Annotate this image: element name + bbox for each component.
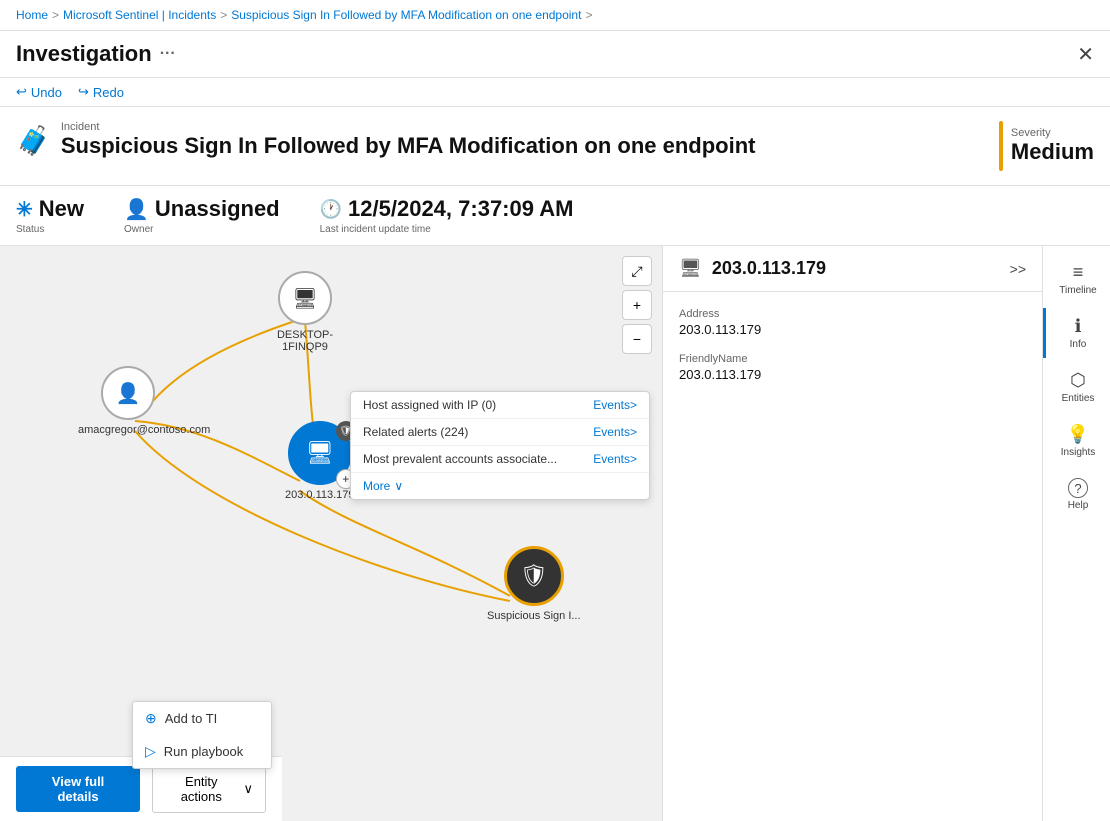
page-header: Investigation ··· ✕ bbox=[0, 31, 1110, 78]
field-friendlyname-label: FriendlyName bbox=[679, 353, 1026, 365]
sidebar-label-help: Help bbox=[1068, 500, 1089, 511]
panel-collapse-button[interactable]: >> bbox=[1010, 261, 1026, 277]
actions-dropdown: ⊕ Add to TI ▷ Run playbook bbox=[132, 701, 272, 769]
field-address-value: 203.0.113.179 bbox=[679, 322, 1026, 337]
entities-icon: ⬡ bbox=[1070, 370, 1086, 391]
toolbar: ↩ Undo ↪ Redo bbox=[0, 78, 1110, 107]
incident-bar: 🧳 Incident Suspicious Sign In Followed b… bbox=[0, 107, 1110, 186]
graph-canvas[interactable]: 🖥 DESKTOP-1FINQP9 👤 amacgregor@contoso.c… bbox=[0, 246, 662, 821]
page-title: Investigation bbox=[16, 41, 152, 67]
graph-controls: ⤢ + − bbox=[622, 256, 652, 354]
sidebar-item-entities[interactable]: ⬡ Entities bbox=[1043, 362, 1110, 412]
sidebar-item-info[interactable]: ℹ Info bbox=[1043, 308, 1110, 358]
field-address: Address 203.0.113.179 bbox=[679, 308, 1026, 337]
severity-label: Severity bbox=[1011, 127, 1094, 139]
field-address-label: Address bbox=[679, 308, 1026, 320]
user-node[interactable]: 👤 amacgregor@contoso.com bbox=[78, 366, 178, 436]
help-icon: ? bbox=[1068, 478, 1088, 498]
redo-icon: ↪ bbox=[78, 84, 89, 100]
popup-link-2[interactable]: Events> bbox=[593, 452, 637, 466]
field-friendlyname: FriendlyName 203.0.113.179 bbox=[679, 353, 1026, 382]
right-panel-body: Address 203.0.113.179 FriendlyName 203.0… bbox=[663, 292, 1042, 821]
sidebar-label-timeline: Timeline bbox=[1059, 285, 1096, 296]
sidebar-item-insights[interactable]: 💡 Insights bbox=[1043, 416, 1110, 466]
zoom-in-button[interactable]: + bbox=[622, 290, 652, 320]
sidebar-item-help[interactable]: ? Help bbox=[1043, 470, 1110, 519]
action-run-playbook[interactable]: ▷ Run playbook bbox=[133, 735, 271, 768]
undo-button[interactable]: ↩ Undo bbox=[16, 84, 62, 100]
add-ti-icon: ⊕ bbox=[145, 710, 157, 727]
status-value: New bbox=[39, 196, 84, 222]
sidebar-label-insights: Insights bbox=[1061, 447, 1095, 458]
right-panel: 🖥 203.0.113.179 >> Address 203.0.113.179… bbox=[662, 246, 1042, 821]
header-dots[interactable]: ··· bbox=[160, 45, 176, 63]
ip-node-label: 203.0.113.179 bbox=[285, 489, 355, 501]
status-label: Status bbox=[16, 224, 84, 235]
popup-row-0: Host assigned with IP (0) Events> bbox=[351, 392, 649, 419]
breadcrumb-sentinel[interactable]: Microsoft Sentinel | Incidents bbox=[63, 8, 216, 22]
status-icon: ✳ bbox=[16, 197, 33, 222]
popup-row-2: Most prevalent accounts associate... Eve… bbox=[351, 446, 649, 473]
entity-actions-label: Entity actions bbox=[165, 774, 237, 804]
ip-panel-title: 203.0.113.179 bbox=[712, 258, 826, 279]
ip-panel-icon: 🖥 bbox=[679, 258, 702, 279]
expand-button[interactable]: ⤢ bbox=[622, 256, 652, 286]
desktop-node-label: DESKTOP-1FINQP9 bbox=[255, 329, 355, 353]
close-button[interactable]: ✕ bbox=[1077, 42, 1094, 67]
sidebar-label-info: Info bbox=[1070, 339, 1087, 350]
breadcrumb-home[interactable]: Home bbox=[16, 8, 48, 22]
ip-node[interactable]: 🖥 + 🛡 203.0.113.179 bbox=[285, 421, 355, 501]
incident-icon: 🧳 bbox=[16, 124, 51, 157]
action-add-ti[interactable]: ⊕ Add to TI bbox=[133, 702, 271, 735]
redo-button[interactable]: ↪ Redo bbox=[78, 84, 124, 100]
alert-node-label: Suspicious Sign I... bbox=[487, 610, 581, 622]
popup-more[interactable]: More ∨ bbox=[351, 473, 649, 499]
alert-node[interactable]: 🛡 Suspicious Sign I... bbox=[487, 546, 581, 622]
popup-link-1[interactable]: Events> bbox=[593, 425, 637, 439]
insights-icon: 💡 bbox=[1067, 424, 1089, 445]
popup-link-0[interactable]: Events> bbox=[593, 398, 637, 412]
owner-label: Owner bbox=[124, 224, 280, 235]
desktop-node[interactable]: 🖥 DESKTOP-1FINQP9 bbox=[255, 271, 355, 353]
popup-panel: Host assigned with IP (0) Events> Relate… bbox=[350, 391, 650, 500]
breadcrumb: Home > Microsoft Sentinel | Incidents > … bbox=[0, 0, 1110, 31]
sidebar-item-timeline[interactable]: ≡ Timeline bbox=[1043, 254, 1110, 304]
severity-value: Medium bbox=[1011, 139, 1094, 165]
popup-row-1: Related alerts (224) Events> bbox=[351, 419, 649, 446]
timeline-icon: ≡ bbox=[1073, 262, 1084, 283]
sep1: > bbox=[52, 8, 59, 22]
incident-label: Incident bbox=[61, 121, 756, 133]
time-value: 12/5/2024, 7:37:09 AM bbox=[348, 196, 573, 222]
chevron-down-icon: ∨ bbox=[394, 479, 403, 493]
status-bar: ✳ New Status 👤 Unassigned Owner 🕐 12/5/2… bbox=[0, 186, 1110, 246]
user-node-label: amacgregor@contoso.com bbox=[78, 424, 178, 436]
info-icon: ℹ bbox=[1075, 316, 1082, 337]
field-friendlyname-value: 203.0.113.179 bbox=[679, 367, 1026, 382]
zoom-out-button[interactable]: − bbox=[622, 324, 652, 354]
run-playbook-icon: ▷ bbox=[145, 743, 156, 760]
sep3: > bbox=[585, 8, 592, 22]
owner-icon: 👤 bbox=[124, 197, 149, 222]
sidebar: ≡ Timeline ℹ Info ⬡ Entities 💡 Insights … bbox=[1042, 246, 1110, 821]
incident-name: Suspicious Sign In Followed by MFA Modif… bbox=[61, 133, 756, 159]
time-label: Last incident update time bbox=[320, 224, 574, 235]
sep2: > bbox=[220, 8, 227, 22]
owner-value: Unassigned bbox=[155, 196, 280, 222]
time-icon: 🕐 bbox=[320, 199, 342, 220]
undo-icon: ↩ bbox=[16, 84, 27, 100]
main-area: 🖥 DESKTOP-1FINQP9 👤 amacgregor@contoso.c… bbox=[0, 246, 1110, 821]
right-panel-header: 🖥 203.0.113.179 >> bbox=[663, 246, 1042, 292]
entity-actions-button[interactable]: Entity actions ∨ bbox=[152, 765, 266, 813]
breadcrumb-incident[interactable]: Suspicious Sign In Followed by MFA Modif… bbox=[231, 8, 581, 22]
view-details-button[interactable]: View full details bbox=[16, 766, 140, 812]
sidebar-label-entities: Entities bbox=[1062, 393, 1095, 404]
